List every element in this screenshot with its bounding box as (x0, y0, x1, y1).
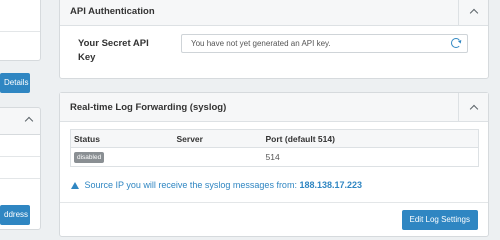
status-cell: disabled (70, 147, 174, 167)
panel-header: Real-time Log Forwarding (syslog) (60, 93, 488, 122)
source-ip-info: Source IP you will receive the syslog me… (71, 180, 362, 190)
left-row (0, 135, 40, 157)
port-cell: 514 (262, 147, 479, 167)
details-button[interactable]: Details (0, 73, 30, 93)
column-header-status: Status (70, 129, 174, 148)
api-key-label: Your Secret API Key (78, 38, 149, 63)
panel-title: Real-time Log Forwarding (syslog) (70, 102, 227, 113)
left-panel-top (0, 0, 41, 61)
source-ip-address: 188.138.17.223 (299, 180, 363, 190)
panel-body: Your Secret API Key You have not yet gen… (60, 26, 488, 79)
warning-icon (71, 182, 79, 189)
left-column: Details ddress (0, 0, 41, 240)
collapse-button[interactable] (458, 93, 488, 122)
table-row: disabled 514 (70, 147, 479, 167)
api-authentication-panel: API Authentication Your Secret API Key Y… (59, 0, 489, 79)
panel-footer: Edit Log Settings (60, 202, 488, 236)
chevron-up-icon[interactable] (24, 115, 34, 127)
column-header-port: Port (default 514) (262, 129, 479, 148)
refresh-icon[interactable] (451, 38, 461, 48)
address-button[interactable]: ddress (0, 205, 30, 225)
chevron-up-icon (469, 8, 478, 18)
left-row (0, 157, 40, 179)
server-cell (173, 147, 263, 167)
panel-title: API Authentication (70, 6, 155, 17)
collapse-button[interactable] (458, 0, 488, 26)
api-key-value: You have not yet generated an API key. (191, 39, 331, 48)
chevron-up-icon (469, 104, 478, 114)
log-forwarding-table: Status Server Port (default 514) disable… (70, 129, 479, 167)
left-panel-header (0, 107, 41, 135)
column-header-server: Server (173, 129, 263, 148)
panel-header: API Authentication (60, 0, 488, 26)
api-key-field[interactable]: You have not yet generated an API key. (181, 34, 468, 53)
status-badge: disabled (74, 152, 105, 163)
table-header-row: Status Server Port (default 514) (70, 129, 479, 148)
left-row (0, 32, 40, 54)
log-forwarding-panel: Real-time Log Forwarding (syslog) Status… (59, 92, 489, 237)
left-row (0, 0, 40, 32)
edit-log-settings-button[interactable]: Edit Log Settings (401, 210, 478, 230)
source-ip-text: Source IP you will receive the syslog me… (84, 180, 297, 190)
